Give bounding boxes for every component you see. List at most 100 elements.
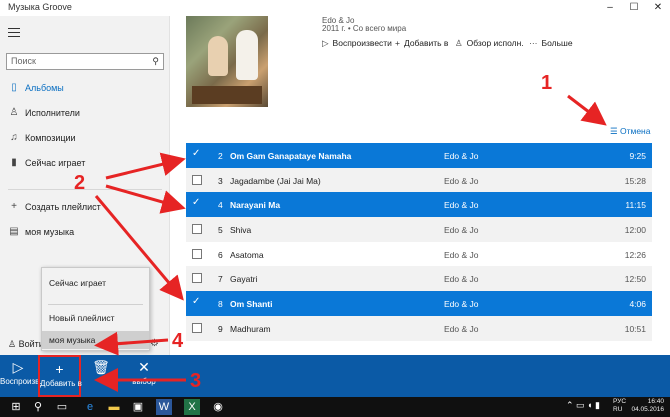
sidebar-item-songs[interactable]: ♫ Композиции bbox=[0, 129, 170, 149]
sidebar-item-label: Композиции bbox=[25, 133, 76, 143]
checkmark-icon[interactable]: ✓ bbox=[192, 197, 202, 208]
settings-gear-icon[interactable]: ⚙ bbox=[150, 338, 159, 349]
person-icon: ♙ bbox=[8, 339, 19, 349]
track-artist[interactable]: Edo & Jo bbox=[444, 250, 479, 260]
search-icon[interactable]: ⚲ bbox=[152, 56, 159, 67]
annotation-number-3: 3 bbox=[190, 370, 202, 392]
file-explorer-icon[interactable]: ▬ bbox=[106, 399, 122, 415]
annotation-number-2: 2 bbox=[74, 172, 86, 194]
track-artist[interactable]: Edo & Jo bbox=[444, 274, 479, 284]
task-view-icon[interactable]: ▭ bbox=[54, 399, 70, 415]
track-title[interactable]: Asatoma bbox=[230, 250, 264, 260]
clock[interactable]: 16:40 04.05.2016 bbox=[631, 398, 664, 414]
track-artist[interactable]: Edo & Jo bbox=[444, 151, 479, 161]
track-row[interactable]: 5 Shiva Edo & Jo 12:00 bbox=[186, 217, 652, 242]
track-number: 5 bbox=[218, 225, 223, 236]
clear-selection-button[interactable]: ✕ выбор bbox=[126, 355, 162, 397]
track-row[interactable]: ✓ 2 Om Gam Ganapataye Namaha Edo & Jo 9:25 bbox=[186, 143, 652, 168]
track-artist[interactable]: Edo & Jo bbox=[444, 299, 479, 309]
play-selected-button[interactable]: ▷ Воспроизв. bbox=[0, 355, 42, 397]
add-to-selected-button[interactable]: + Добавить в bbox=[38, 355, 82, 397]
sidebar-item-albums[interactable]: ▯ Альбомы bbox=[0, 79, 170, 99]
track-checkbox[interactable] bbox=[192, 322, 202, 333]
login-button[interactable]: ♙ Войти bbox=[8, 339, 44, 350]
track-number: 8 bbox=[218, 299, 223, 310]
track-title[interactable]: Om Shanti bbox=[230, 299, 273, 309]
checkmark-icon[interactable]: ✓ bbox=[192, 148, 202, 159]
windows-start-icon[interactable]: ⊞ bbox=[8, 399, 24, 415]
button-label: Воспроизв. bbox=[0, 377, 42, 386]
track-row[interactable]: 3 Jagadambe (Jai Jai Ma) Edo & Jo 15:28 bbox=[186, 167, 652, 193]
annotation-number-4: 4 bbox=[172, 330, 184, 352]
popup-item-new-playlist[interactable]: Новый плейлист bbox=[42, 309, 149, 327]
tray-icons[interactable]: ⌃ ▭ ◖ ▮ bbox=[566, 400, 600, 411]
track-row[interactable]: 7 Gayatri Edo & Jo 12:50 bbox=[186, 266, 652, 292]
window-title: Музыка Groove bbox=[8, 2, 72, 12]
track-title[interactable]: Madhuram bbox=[230, 324, 271, 334]
track-duration: 9:25 bbox=[629, 151, 646, 161]
minimize-button[interactable]: – bbox=[598, 0, 622, 16]
maximize-button[interactable]: ☐ bbox=[622, 0, 646, 16]
close-icon: ✕ bbox=[138, 359, 150, 375]
word-icon[interactable]: W bbox=[156, 399, 172, 415]
equalizer-icon: ▮ bbox=[11, 157, 17, 168]
track-duration: 4:06 bbox=[629, 299, 646, 310]
play-all-button[interactable]: ▷ Воспроизвести bbox=[322, 38, 392, 49]
track-duration: 11:15 bbox=[625, 200, 646, 211]
excel-icon[interactable]: X bbox=[184, 399, 200, 415]
track-title[interactable]: Narayani Ma bbox=[230, 200, 280, 210]
groove-music-icon[interactable]: ◉ bbox=[210, 399, 226, 415]
checkmark-icon[interactable]: ✓ bbox=[192, 296, 202, 307]
track-duration: 12:00 bbox=[624, 225, 646, 236]
sidebar-item-my-music[interactable]: ▤ моя музыка bbox=[0, 223, 170, 243]
delete-selected-button[interactable]: 🗑 bbox=[90, 355, 112, 397]
add-to-popup-menu: Сейчас играет Новый плейлист моя музыка bbox=[41, 267, 150, 351]
sidebar-item-new-playlist[interactable]: + Создать плейлист bbox=[0, 198, 170, 218]
action-label: Обзор исполн. bbox=[466, 38, 524, 48]
search-input[interactable]: Поиск ⚲ bbox=[6, 53, 164, 70]
sidebar-item-now-playing[interactable]: ▮ Сейчас играет bbox=[0, 154, 170, 174]
clock-date: 04.05.2016 bbox=[631, 406, 664, 413]
track-artist[interactable]: Edo & Jo bbox=[444, 324, 479, 334]
popup-item-my-music[interactable]: моя музыка bbox=[42, 331, 149, 349]
track-row[interactable]: 9 Madhuram Edo & Jo 10:51 bbox=[186, 315, 652, 341]
language-indicator[interactable]: РУС RU bbox=[613, 398, 626, 414]
track-number: 4 bbox=[218, 200, 223, 211]
play-icon: ▷ bbox=[12, 359, 24, 375]
track-row[interactable]: 6 Asatoma Edo & Jo 12:26 bbox=[186, 242, 652, 267]
groove-music-window: Музыка Groove – ☐ ✕ Поиск ⚲ ▯ Альбомы ♙ … bbox=[0, 0, 670, 397]
cancel-selection-button[interactable]: ☰ Отмена bbox=[610, 126, 650, 137]
plus-icon: + bbox=[55, 361, 64, 377]
add-to-button[interactable]: + Добавить в bbox=[395, 38, 448, 48]
track-title[interactable]: Om Gam Ganapataye Namaha bbox=[230, 151, 351, 161]
show-artist-button[interactable]: ♙ Обзор исполн. bbox=[455, 38, 524, 49]
track-checkbox[interactable] bbox=[192, 273, 202, 284]
track-checkbox[interactable] bbox=[192, 248, 202, 259]
close-button[interactable]: ✕ bbox=[646, 0, 670, 16]
track-checkbox[interactable] bbox=[192, 224, 202, 235]
sidebar-item-artists[interactable]: ♙ Исполнители bbox=[0, 104, 170, 124]
search-icon[interactable]: ⚲ bbox=[30, 399, 46, 415]
track-duration: 12:50 bbox=[624, 274, 646, 285]
track-number: 3 bbox=[218, 175, 223, 186]
track-artist[interactable]: Edo & Jo bbox=[444, 225, 479, 235]
store-icon[interactable]: ▣ bbox=[130, 399, 146, 415]
album-icon: ▯ bbox=[11, 82, 17, 93]
track-artist[interactable]: Edo & Jo bbox=[444, 200, 479, 210]
playlist-icon: ▤ bbox=[9, 226, 19, 237]
track-title[interactable]: Shiva bbox=[230, 225, 251, 235]
edge-browser-icon[interactable]: e bbox=[82, 399, 98, 415]
track-row[interactable]: ✓ 4 Narayani Ma Edo & Jo 11:15 bbox=[186, 192, 652, 218]
track-checkbox[interactable] bbox=[192, 174, 202, 185]
track-title[interactable]: Jagadambe (Jai Jai Ma) bbox=[230, 176, 321, 186]
track-row[interactable]: ✓ 8 Om Shanti Edo & Jo 4:06 bbox=[186, 291, 652, 316]
popup-item-now-playing[interactable]: Сейчас играет bbox=[42, 274, 149, 292]
track-artist[interactable]: Edo & Jo bbox=[444, 176, 479, 186]
hamburger-menu-icon[interactable] bbox=[8, 28, 20, 40]
windows-taskbar: ⊞ ⚲ ▭ e ▬ ▣ W X ◉ ⌃ ▭ ◖ ▮ РУС RU 16:40 04… bbox=[0, 397, 670, 417]
album-detail-pane: Edo & Jo 2011 г. • Со всего мира ▷ Воспро… bbox=[170, 16, 670, 355]
track-duration: 15:28 bbox=[624, 175, 646, 186]
more-button[interactable]: ··· Больше bbox=[529, 38, 573, 48]
track-number: 6 bbox=[218, 249, 223, 260]
track-title[interactable]: Gayatri bbox=[230, 274, 257, 284]
